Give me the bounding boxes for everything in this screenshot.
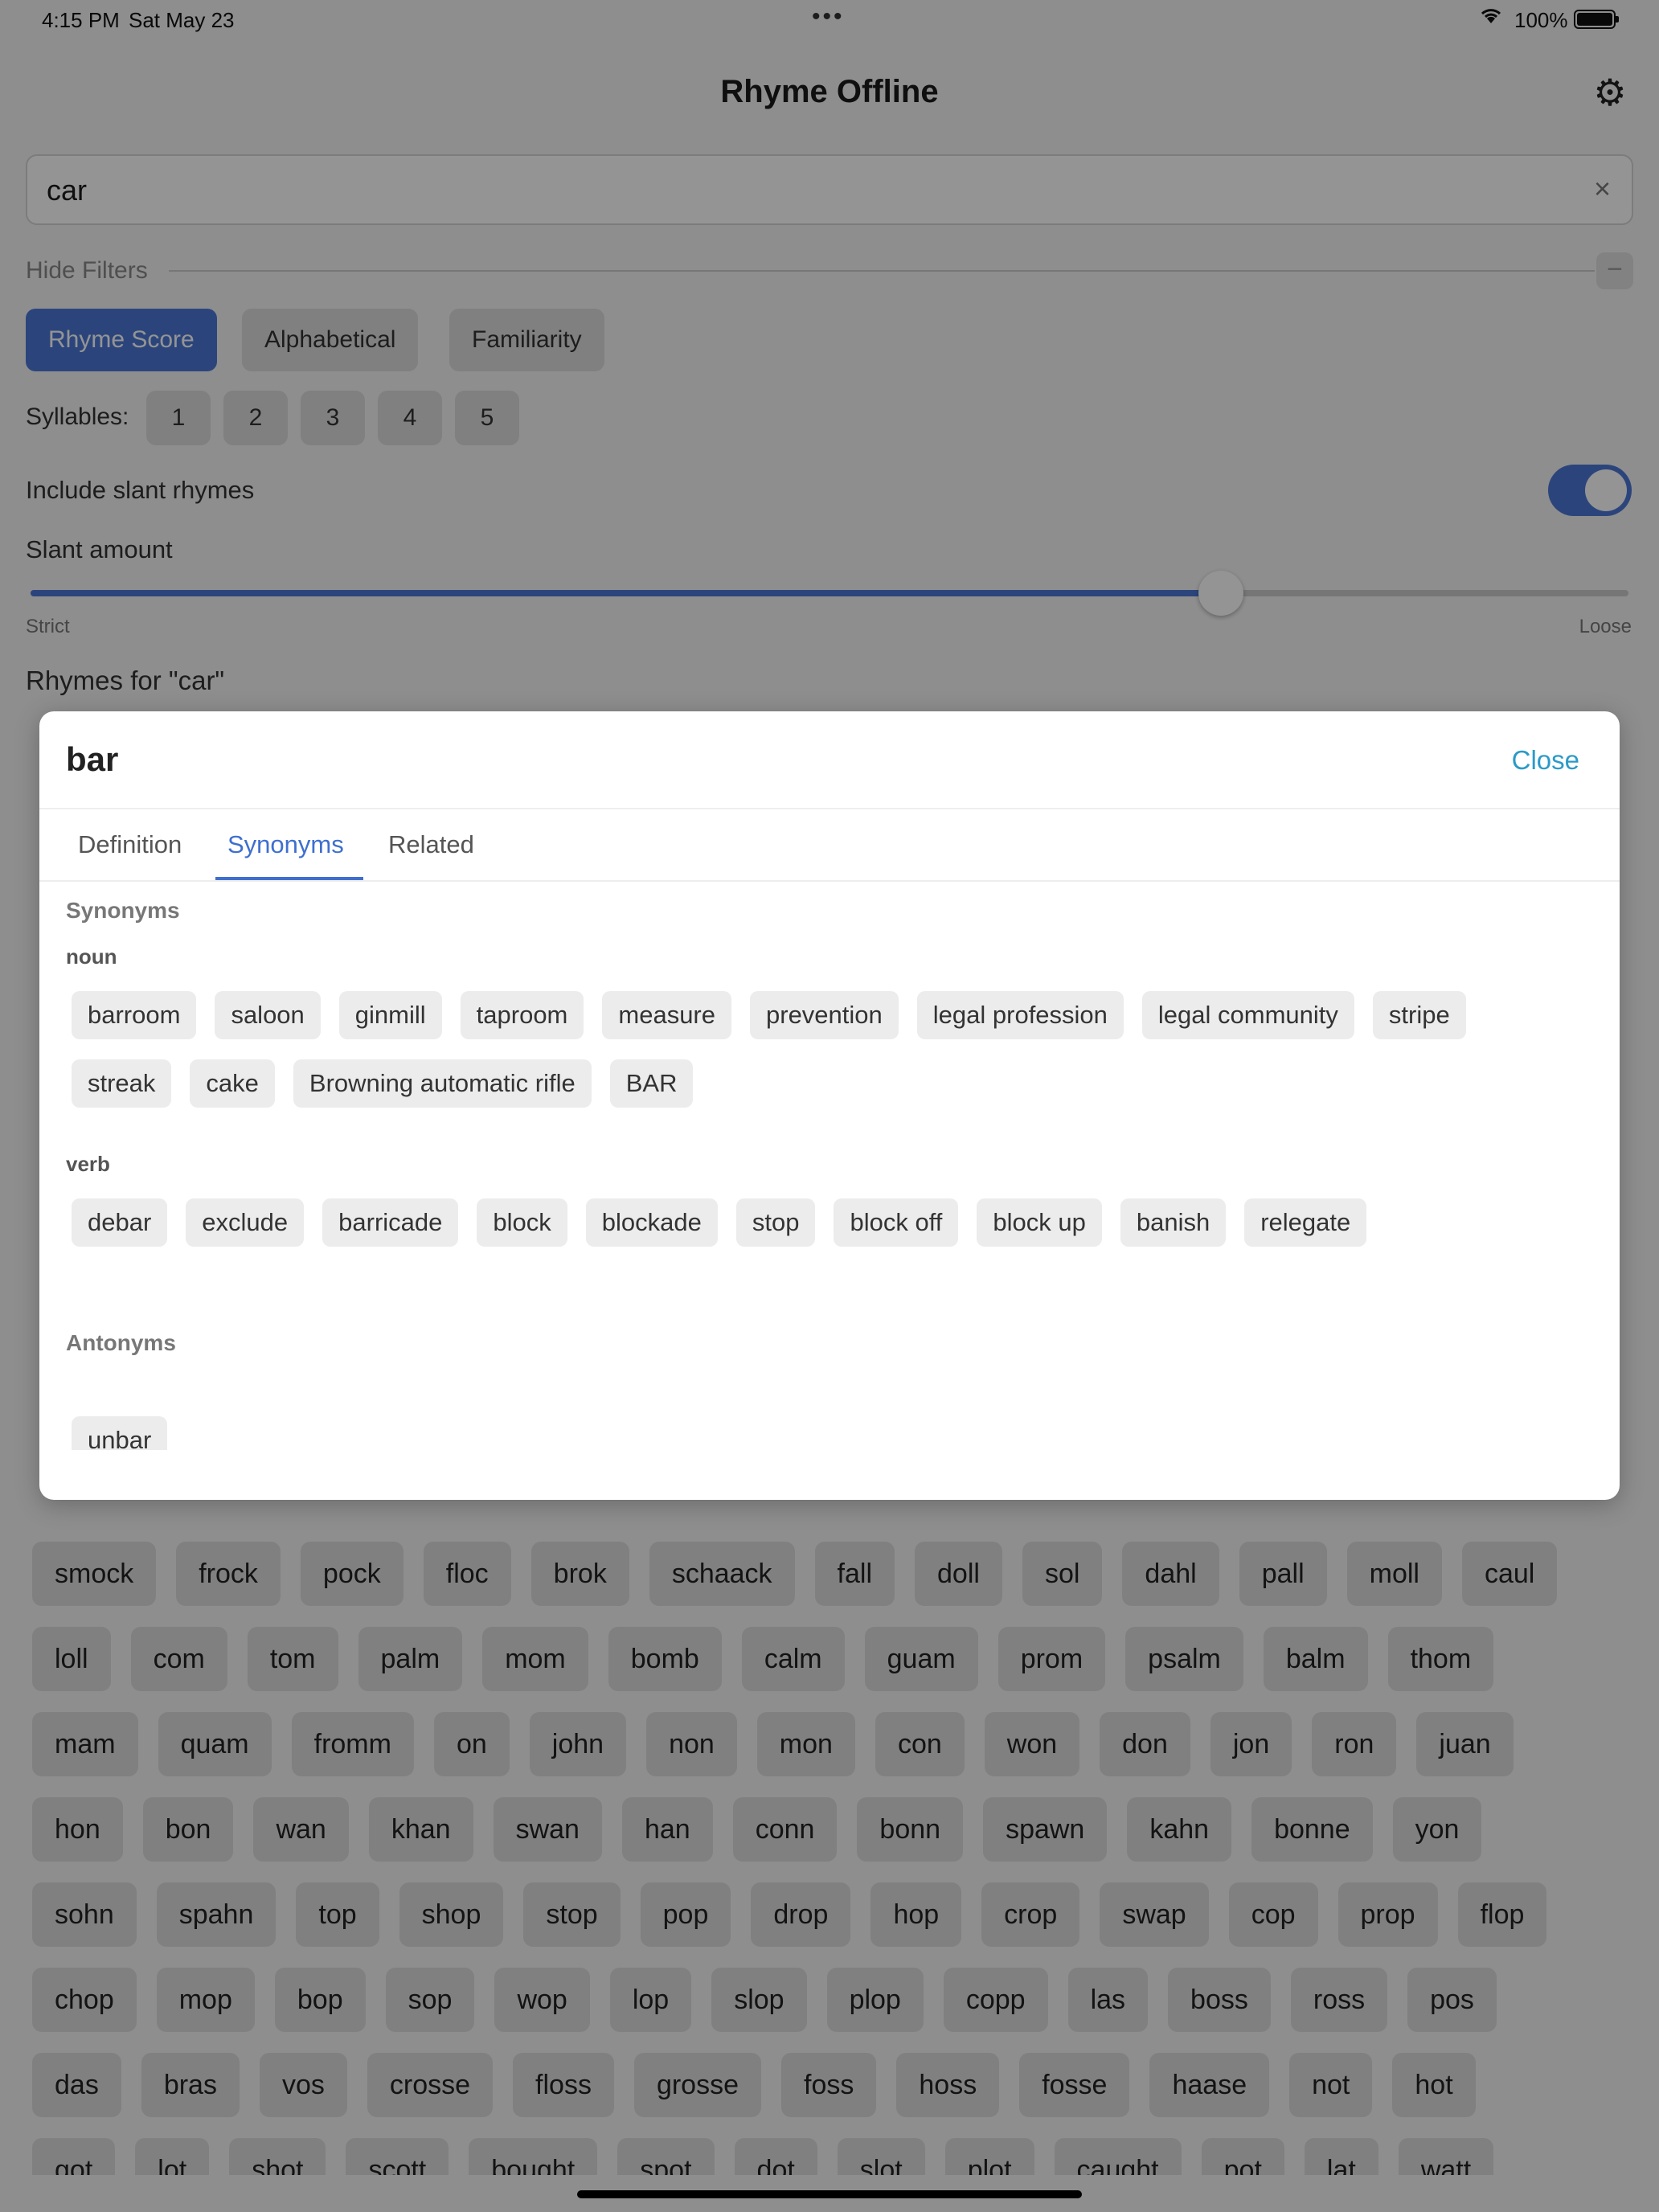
synonym-chip[interactable]: prevention — [750, 991, 899, 1039]
synonym-chip[interactable]: block off — [834, 1198, 959, 1247]
antonym-verbs-row: unbar — [72, 1416, 168, 1450]
synonym-chip[interactable]: exclude — [186, 1198, 305, 1247]
synonym-chip[interactable]: banish — [1120, 1198, 1227, 1247]
tab-synonyms[interactable]: Synonyms — [227, 830, 344, 859]
noun-synonyms-row: streak cake Browning automatic rifle BAR — [72, 1059, 694, 1108]
noun-label: noun — [66, 944, 117, 969]
synonym-chip[interactable]: blockade — [585, 1198, 718, 1247]
synonym-chip[interactable]: block — [477, 1198, 567, 1247]
modal-close-button[interactable]: Close — [1512, 745, 1579, 776]
home-indicator[interactable] — [577, 2190, 1082, 2198]
tab-related[interactable]: Related — [388, 830, 474, 859]
synonym-chip[interactable]: saloon — [215, 991, 321, 1039]
word-detail-modal: bar Close Definition Synonyms Related Sy… — [39, 711, 1620, 1500]
verb-synonyms-row: debar exclude barricade block blockade stop bl… — [72, 1198, 1367, 1247]
synonym-chip[interactable]: block up — [977, 1198, 1102, 1247]
app-screen: 4:15 PM Sat May 23 ••• 100% Rhyme Offlin… — [0, 0, 1659, 2212]
synonym-chip[interactable]: stop — [735, 1198, 816, 1247]
tab-definition[interactable]: Definition — [78, 830, 182, 859]
synonym-chip[interactable]: ginmill — [338, 991, 442, 1039]
synonym-chip[interactable]: legal profession — [916, 991, 1124, 1039]
synonym-chip[interactable]: debar — [72, 1198, 168, 1247]
verb-label: verb — [66, 1152, 110, 1176]
noun-synonyms-row: barroom saloon ginmill taproom measure preven… — [72, 991, 1466, 1039]
synonym-chip[interactable]: measure — [602, 991, 731, 1039]
synonym-chip[interactable]: barroom — [72, 991, 197, 1039]
synonym-chip[interactable]: cake — [190, 1059, 275, 1108]
synonym-chip[interactable]: streak — [72, 1059, 172, 1108]
synonym-chip[interactable]: BAR — [609, 1059, 694, 1108]
divider — [39, 808, 1620, 809]
synonyms-section-title: Synonyms — [66, 898, 180, 923]
synonym-chip[interactable]: taproom — [460, 991, 584, 1039]
synonyms-panel: Synonyms noun barroom saloon ginmill taproo… — [66, 882, 1593, 1369]
synonym-chip[interactable]: relegate — [1244, 1198, 1367, 1247]
antonyms-section-title: Antonyms — [66, 1330, 176, 1355]
modal-word-title: bar — [66, 740, 119, 778]
antonym-chip[interactable]: unbar — [72, 1416, 168, 1450]
synonym-chip[interactable]: legal community — [1141, 991, 1354, 1039]
synonym-chip[interactable]: stripe — [1372, 991, 1466, 1039]
synonym-chip[interactable]: barricade — [322, 1198, 459, 1247]
synonym-chip[interactable]: Browning automatic rifle — [293, 1059, 592, 1108]
